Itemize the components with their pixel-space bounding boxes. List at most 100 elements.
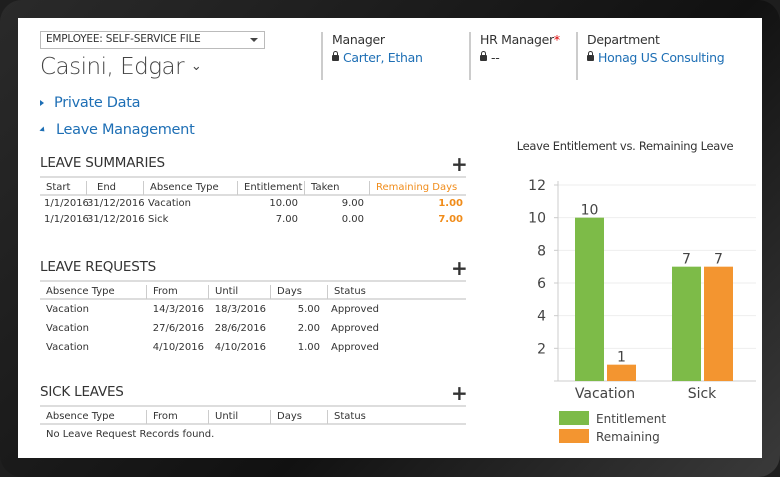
caret-right-icon xyxy=(40,100,44,106)
col-absence-type[interactable]: Absence Type xyxy=(40,285,146,299)
cell-from: 4/10/2016 xyxy=(152,342,204,353)
screen: EMPLOYEE: SELF-SERVICE FILE Casini, Edga… xyxy=(18,18,762,458)
col-until[interactable]: Until xyxy=(208,410,270,424)
cell-taken: 0.00 xyxy=(341,214,364,225)
record-name[interactable]: Casini, Edgar ⌄ xyxy=(40,54,202,80)
cell-end: 31/12/2016 xyxy=(87,214,145,225)
leave-summaries-table: Start End Absence Type Entitlement Taken… xyxy=(40,176,466,228)
y-tick-label: 10 xyxy=(528,211,546,227)
section-label: Leave Management xyxy=(56,122,195,138)
cell-absence-type: Vacation xyxy=(46,342,89,353)
record-name-text: Casini, Edgar xyxy=(40,54,185,80)
form-selector[interactable]: EMPLOYEE: SELF-SERVICE FILE xyxy=(40,31,265,49)
data-label: 7 xyxy=(682,252,691,268)
col-days[interactable]: Days xyxy=(270,285,327,299)
data-label: 7 xyxy=(714,252,723,268)
section-leave-management[interactable]: Leave Management xyxy=(39,122,195,138)
cell-entitlement: 10.00 xyxy=(269,198,298,209)
col-entitlement[interactable]: Entitlement xyxy=(237,181,304,195)
field-label: HR Manager xyxy=(480,32,554,47)
y-tick-label: 12 xyxy=(528,178,546,194)
x-tick-label: Sick xyxy=(688,386,717,402)
cell-absence-type: Vacation xyxy=(46,323,89,334)
col-taken[interactable]: Taken xyxy=(304,181,369,195)
cell-start: 1/1/2016 xyxy=(44,198,89,209)
add-leave-request-button[interactable]: + xyxy=(451,258,468,278)
bar-entitlement xyxy=(672,266,701,381)
table-row[interactable]: Vacation 4/10/2016 4/10/2016 1.00 Approved xyxy=(40,340,466,359)
sick-leaves-table: Absence Type From Until Days Status No Leave… xyxy=(40,405,466,444)
leave-summaries-title: LEAVE SUMMARIES xyxy=(40,155,165,171)
lock-icon xyxy=(480,51,487,61)
bar-entitlement xyxy=(575,217,604,381)
y-tick-label: 4 xyxy=(537,309,546,325)
table-row[interactable]: Vacation 27/6/2016 28/6/2016 2.00 Approved xyxy=(40,321,466,340)
cell-remaining-days: 7.00 xyxy=(438,214,463,225)
cell-days: 5.00 xyxy=(297,304,320,315)
add-leave-summary-button[interactable]: + xyxy=(451,154,468,174)
field-label: Manager xyxy=(332,32,385,47)
cell-start: 1/1/2016 xyxy=(44,214,89,225)
sick-leaves-title: SICK LEAVES xyxy=(40,384,124,400)
y-tick-label: 8 xyxy=(537,243,546,259)
add-sick-leave-button[interactable]: + xyxy=(451,383,468,403)
legend-swatch xyxy=(559,429,589,443)
cell-status: Approved xyxy=(331,304,379,315)
col-absence-type[interactable]: Absence Type xyxy=(143,181,238,195)
cell-entitlement: 7.00 xyxy=(275,214,298,225)
col-start[interactable]: Start xyxy=(40,181,86,195)
col-days[interactable]: Days xyxy=(270,410,327,424)
field-label: Department xyxy=(587,32,660,47)
legend-label: Entitlement xyxy=(596,412,666,426)
cell-until: 18/3/2016 xyxy=(214,304,266,315)
cell-absence-type: Vacation xyxy=(46,304,89,315)
cell-from: 14/3/2016 xyxy=(152,304,204,315)
col-end[interactable]: End xyxy=(86,181,142,195)
cell-days: 1.00 xyxy=(297,342,320,353)
manager-link[interactable]: Carter, Ethan xyxy=(343,50,423,65)
cell-taken: 9.00 xyxy=(341,198,364,209)
form-selector-label: EMPLOYEE: SELF-SERVICE FILE xyxy=(46,33,201,45)
col-from[interactable]: From xyxy=(146,285,208,299)
data-label: 10 xyxy=(581,203,599,219)
table-row[interactable]: 1/1/2016 31/12/2016 Vacation 10.00 9.00 1.00 xyxy=(40,196,466,212)
table-row[interactable]: 1/1/2016 31/12/2016 Sick 7.00 0.00 7.00 xyxy=(40,212,466,228)
leave-requests-title: LEAVE REQUESTS xyxy=(40,259,157,275)
table-row[interactable]: Vacation 14/3/2016 18/3/2016 5.00 Approved xyxy=(40,302,466,321)
col-status[interactable]: Status xyxy=(327,285,466,299)
x-tick-label: Vacation xyxy=(575,386,635,402)
cell-from: 27/6/2016 xyxy=(152,323,204,334)
bar-remaining xyxy=(704,266,733,381)
data-label: 1 xyxy=(617,350,626,366)
y-tick-label: 2 xyxy=(537,341,546,357)
chevron-down-icon xyxy=(250,38,258,42)
y-tick-label: 6 xyxy=(537,276,546,292)
chart-title: Leave Entitlement vs. Remaining Leave xyxy=(517,139,734,153)
cell-end: 31/12/2016 xyxy=(87,198,145,209)
legend-label: Remaining xyxy=(596,430,660,444)
lock-icon xyxy=(587,51,594,61)
bar-remaining xyxy=(607,364,636,381)
section-label: Private Data xyxy=(54,95,141,111)
cell-status: Approved xyxy=(331,342,379,353)
hr-manager-value[interactable]: -- xyxy=(491,50,500,65)
col-status[interactable]: Status xyxy=(327,410,466,424)
col-from[interactable]: From xyxy=(146,410,208,424)
hr-manager-field: HR Manager* -- xyxy=(469,32,574,80)
cell-absence-type: Sick xyxy=(148,214,169,225)
chevron-down-icon: ⌄ xyxy=(190,59,202,74)
empty-message: No Leave Request Records found. xyxy=(46,429,215,440)
col-remaining-days[interactable]: Remaining Days xyxy=(369,181,466,195)
department-link[interactable]: Honag US Consulting xyxy=(598,50,725,65)
cell-until: 28/6/2016 xyxy=(214,323,266,334)
section-private-data[interactable]: Private Data xyxy=(40,95,140,111)
col-until[interactable]: Until xyxy=(208,285,270,299)
legend-swatch xyxy=(559,411,589,425)
department-field: Department Honag US Consulting xyxy=(576,32,756,80)
cell-status: Approved xyxy=(331,323,379,334)
leave-requests-table: Absence Type From Until Days Status Vacation… xyxy=(40,280,466,359)
cell-days: 2.00 xyxy=(297,323,320,334)
col-absence-type[interactable]: Absence Type xyxy=(40,410,146,424)
manager-field: Manager Carter, Ethan xyxy=(321,32,461,80)
cell-absence-type: Vacation xyxy=(148,198,191,209)
